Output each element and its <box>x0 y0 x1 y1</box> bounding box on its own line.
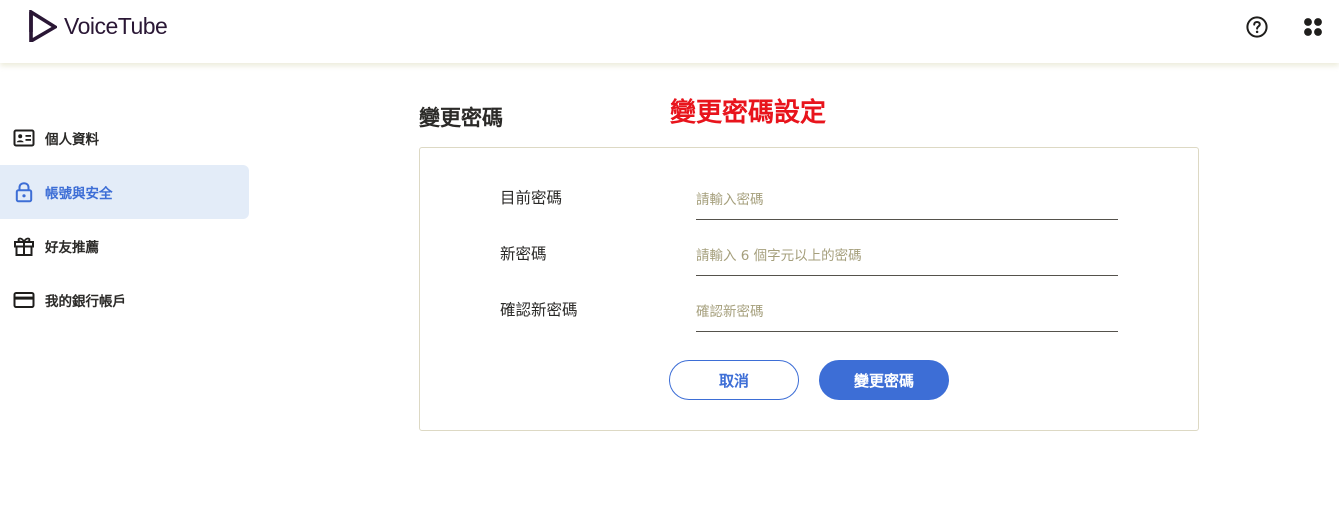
voicetube-logo[interactable]: VoiceTube <box>29 9 168 43</box>
logo-text: VoiceTube <box>64 12 168 39</box>
sidebar-item-bank-account[interactable]: 我的銀行帳戶 <box>0 273 249 327</box>
credit-card-icon <box>13 292 35 308</box>
voicetube-logo-icon <box>29 10 57 42</box>
sidebar-item-label: 好友推薦 <box>45 240 99 256</box>
lock-icon <box>15 182 33 203</box>
cancel-button[interactable]: 取消 <box>669 360 799 400</box>
settings-sidebar: 個人資料 帳號與安全 好友推薦 我的銀行帳戶 <box>0 111 249 327</box>
current-password-row: 目前密碼 <box>500 178 1120 220</box>
sidebar-item-label: 我的銀行帳戶 <box>45 294 126 310</box>
sidebar-item-account-security[interactable]: 帳號與安全 <box>0 165 249 219</box>
help-button[interactable] <box>1246 16 1268 38</box>
sidebar-item-label: 個人資料 <box>45 132 99 148</box>
id-card-icon <box>13 129 35 147</box>
new-password-label: 新密碼 <box>500 245 547 263</box>
confirm-password-label: 確認新密碼 <box>500 301 578 319</box>
sidebar-item-profile[interactable]: 個人資料 <box>0 111 249 165</box>
page-title: 變更密碼 <box>419 106 503 130</box>
help-circle-icon <box>1246 16 1268 38</box>
sidebar-item-label: 帳號與安全 <box>45 186 113 202</box>
change-password-button[interactable]: 變更密碼 <box>819 360 949 400</box>
confirm-password-input[interactable] <box>696 290 1118 332</box>
current-password-input[interactable] <box>696 178 1118 220</box>
current-password-label: 目前密碼 <box>500 189 563 207</box>
new-password-input[interactable] <box>696 234 1118 276</box>
apps-button[interactable] <box>1303 17 1323 37</box>
sidebar-item-referral[interactable]: 好友推薦 <box>0 219 249 273</box>
confirm-password-row: 確認新密碼 <box>500 290 1120 332</box>
top-bar: VoiceTube <box>0 0 1339 63</box>
apps-grid-icon <box>1304 18 1322 36</box>
new-password-row: 新密碼 <box>500 234 1120 276</box>
annotation-label: 變更密碼設定 <box>670 98 827 128</box>
gift-icon <box>14 237 34 256</box>
change-password-form: 目前密碼 新密碼 確認新密碼 取消 變更密碼 <box>419 147 1199 431</box>
